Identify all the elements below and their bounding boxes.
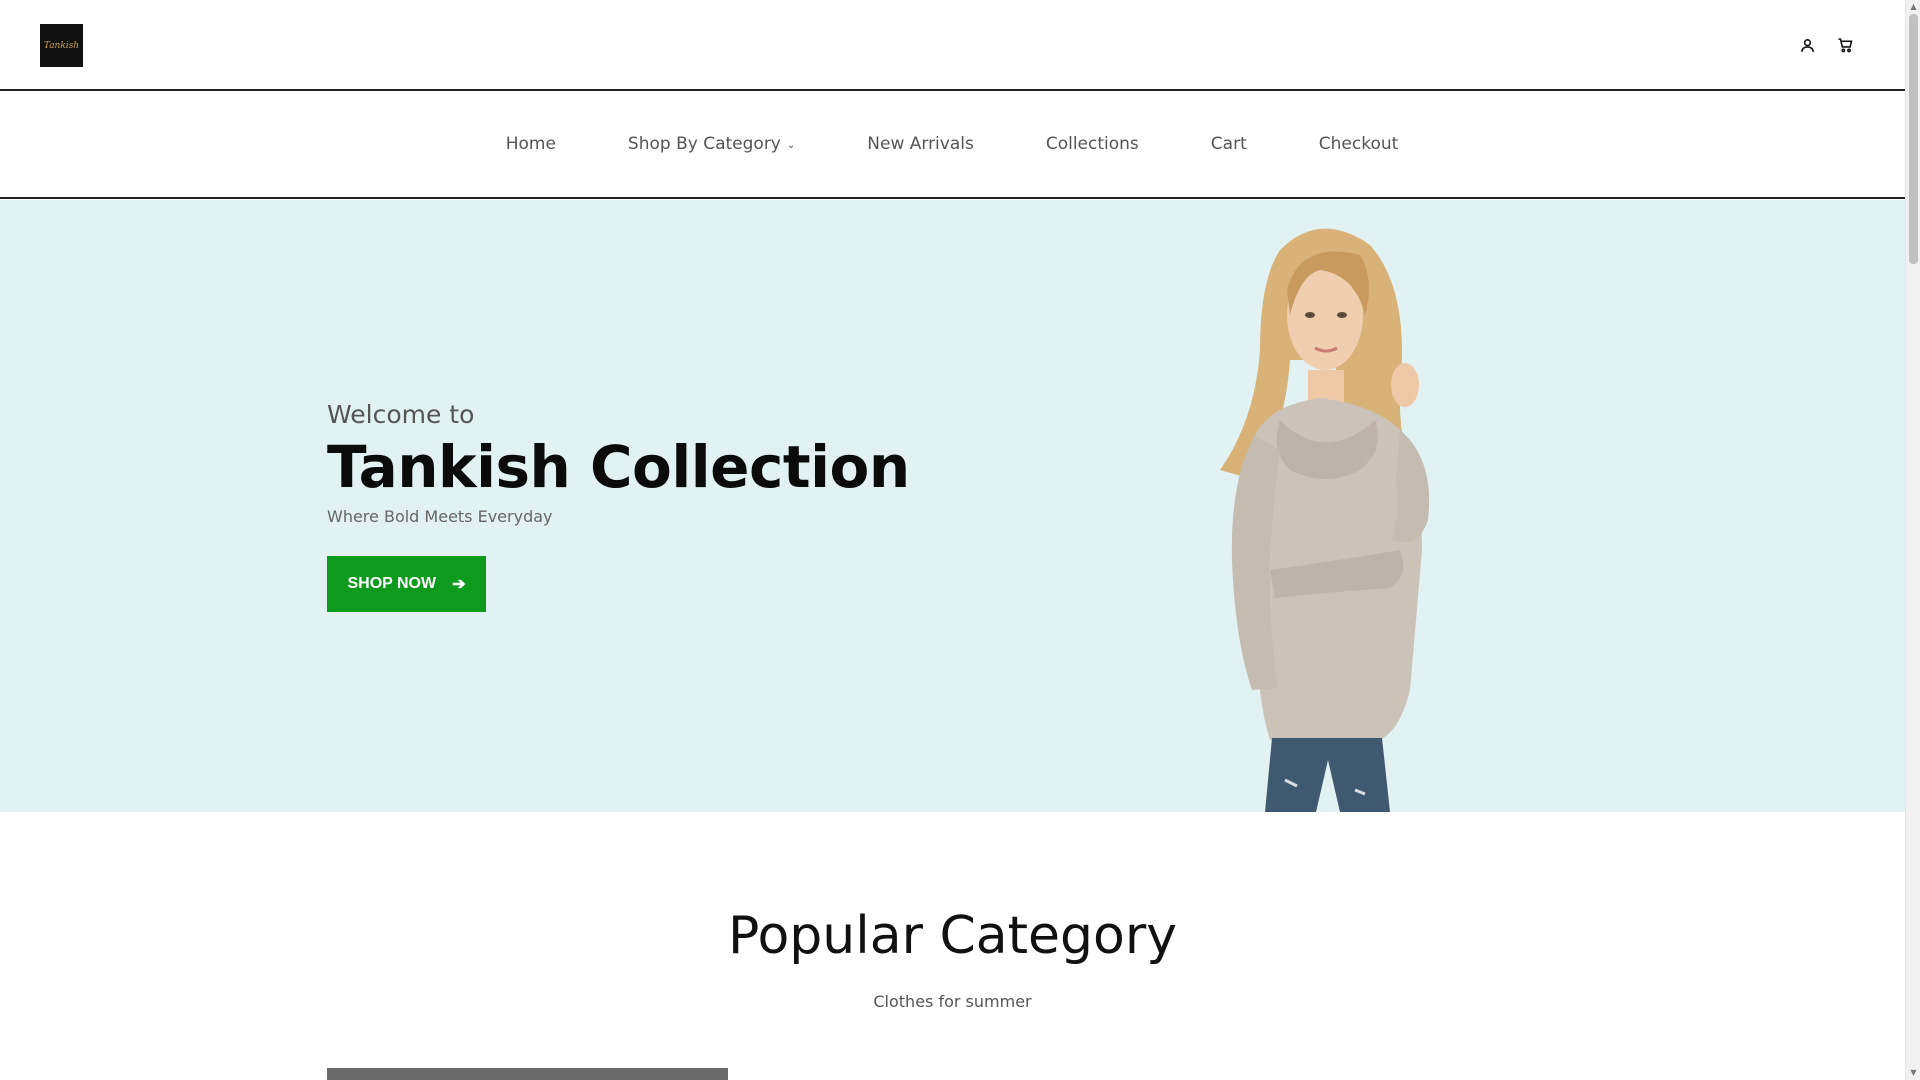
hero-banner: Welcome to Tankish Collection Where Bold… — [0, 200, 1905, 812]
section-title: Popular Category — [727, 906, 1178, 966]
hero-text: Welcome to Tankish Collection Where Bold… — [327, 400, 910, 612]
scroll-up-icon[interactable]: ▲ — [1906, 0, 1920, 14]
nav-item-label: Home — [505, 134, 556, 154]
popular-category-section: Popular Category Clothes for summer — [0, 812, 1905, 1080]
nav-item-collections[interactable]: Collections — [1010, 134, 1175, 154]
scroll-down-icon[interactable]: ▼ — [1906, 1066, 1920, 1080]
nav-item-label: Checkout — [1318, 134, 1399, 154]
cart-icon[interactable] — [1835, 35, 1855, 55]
page: Tankish Home Shop By Category ⌄ New Arri… — [0, 0, 1920, 1080]
nav-item-shop-by-category[interactable]: Shop By Category ⌄ — [592, 134, 831, 154]
scrollbar-thumb[interactable] — [1909, 14, 1918, 264]
logo-text: Tankish — [43, 40, 80, 51]
hero-tagline: Where Bold Meets Everyday — [327, 507, 553, 526]
nav-item-label: Collections — [1045, 134, 1139, 154]
nav-item-label: New Arrivals — [867, 134, 974, 154]
nav-item-new-arrivals[interactable]: New Arrivals — [831, 134, 1010, 154]
shop-now-button[interactable]: SHOP NOW ➔ — [327, 556, 486, 612]
main-nav: Home Shop By Category ⌄ New Arrivals Col… — [0, 91, 1905, 199]
account-icon[interactable] — [1797, 35, 1817, 55]
shop-now-label: SHOP NOW — [347, 575, 437, 592]
hero-welcome: Welcome to — [327, 400, 475, 429]
arrow-right-icon: ➔ — [452, 576, 466, 593]
nav-item-checkout[interactable]: Checkout — [1283, 134, 1435, 154]
nav-item-label: Cart — [1210, 134, 1247, 154]
nav-item-label: Shop By Category — [627, 134, 781, 154]
chevron-down-icon: ⌄ — [786, 139, 796, 151]
header-icons — [1797, 35, 1855, 55]
category-card[interactable] — [327, 1068, 728, 1080]
section-subtitle: Clothes for summer — [873, 992, 1032, 1011]
hero-title: Tankish Collection — [327, 433, 910, 501]
site-logo[interactable]: Tankish — [40, 24, 83, 67]
nav-list: Home Shop By Category ⌄ New Arrivals Col… — [470, 134, 1435, 154]
nav-item-home[interactable]: Home — [470, 134, 592, 154]
scrollbar[interactable]: ▲ ▼ — [1905, 0, 1920, 1080]
hero-model-image — [1220, 228, 1430, 812]
nav-item-cart[interactable]: Cart — [1175, 134, 1283, 154]
top-header: Tankish — [0, 0, 1905, 91]
